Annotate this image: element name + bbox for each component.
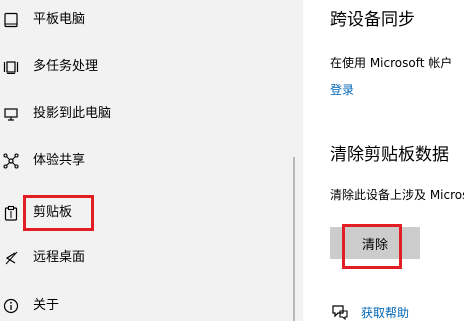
nav-scrollbar[interactable] (293, 157, 295, 321)
clear-section-title: 清除剪贴板数据 (330, 145, 449, 165)
nav-item-label: 体验共享 (33, 153, 86, 168)
clear-button-label: 清除 (361, 237, 388, 253)
nav-item-label: 投影到此电脑 (33, 106, 112, 121)
nav-item-project-to-pc[interactable]: 投影到此电脑 (0, 94, 290, 134)
nav-item-remote-desktop[interactable]: 远程桌面 (0, 238, 290, 278)
multitasking-icon (2, 58, 20, 76)
signin-link[interactable]: 登录 (330, 82, 354, 98)
clear-button[interactable]: 清除 (330, 227, 420, 259)
sync-description: 在使用 Microsoft 帐户 (330, 56, 453, 70)
info-icon (2, 297, 20, 315)
nav-item-about[interactable]: 关于 (0, 286, 290, 321)
nav-item-tablet[interactable]: 平板电脑 (0, 0, 290, 40)
sync-section-title: 跨设备同步 (330, 10, 415, 30)
content-pane: 跨设备同步 在使用 Microsoft 帐户 登录 清除剪贴板数据 清除此设备上… (303, 0, 464, 321)
clear-description: 清除此设备上涉及 Microsoft (330, 188, 464, 202)
nav-item-shared-experiences[interactable]: 体验共享 (0, 141, 290, 181)
help-chat-icon (330, 303, 350, 321)
nav-item-clipboard[interactable]: 剪贴板 (0, 193, 290, 233)
clipboard-icon (2, 204, 20, 222)
project-to-pc-icon (2, 105, 20, 123)
nav-item-label: 多任务处理 (33, 59, 99, 74)
tablet-icon (2, 11, 20, 29)
nav-item-label: 远程桌面 (33, 250, 86, 265)
nav-item-label: 剪贴板 (33, 205, 73, 220)
shared-experiences-icon (2, 152, 20, 170)
settings-window: 平板电脑 多任务处理 投影到此电脑 体验共享 剪贴板 远程桌面 关于 跨设备同步… (0, 0, 464, 321)
nav-pane: 平板电脑 多任务处理 投影到此电脑 体验共享 剪贴板 远程桌面 关于 (0, 0, 303, 321)
remote-desktop-icon (2, 249, 20, 267)
nav-item-label: 平板电脑 (33, 12, 86, 27)
nav-item-label: 关于 (33, 298, 60, 313)
nav-item-multitasking[interactable]: 多任务处理 (0, 47, 290, 87)
get-help-link[interactable]: 获取帮助 (361, 305, 409, 321)
